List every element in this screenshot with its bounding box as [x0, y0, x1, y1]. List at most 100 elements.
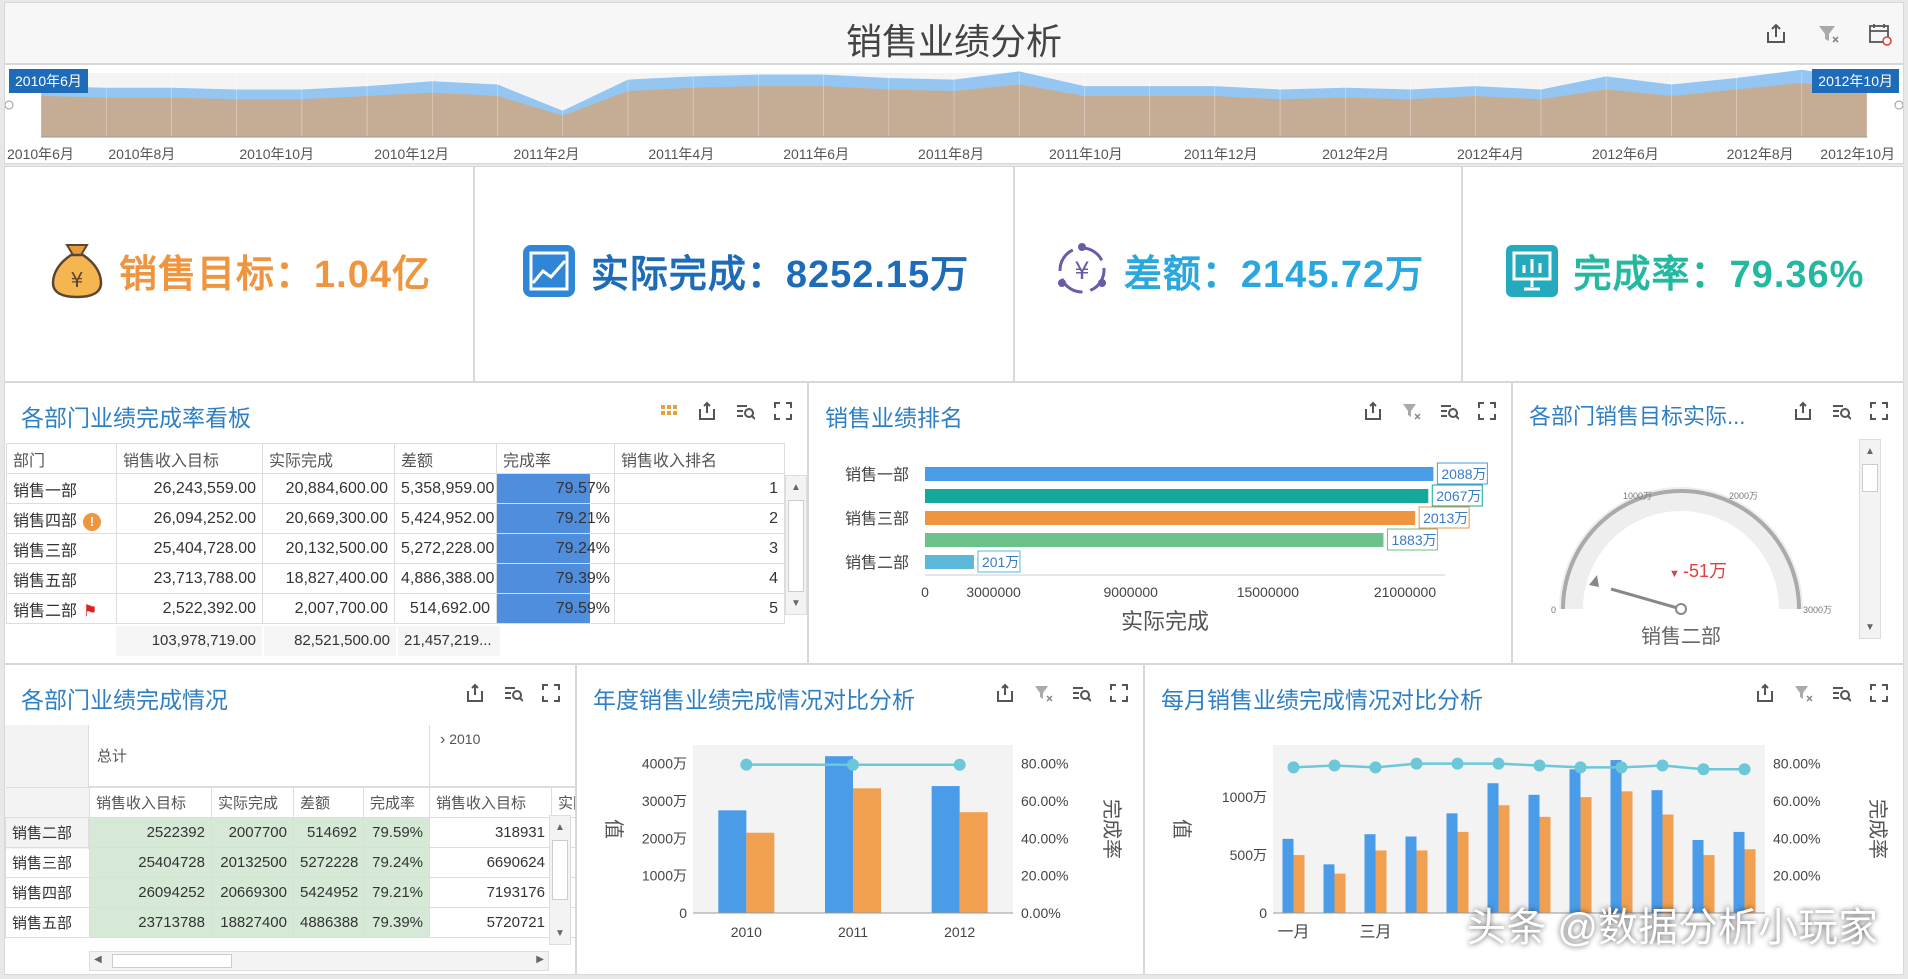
gauge-tick: 1000万: [1623, 491, 1652, 501]
scroll-left-icon[interactable]: ◀: [94, 954, 102, 965]
column-header[interactable]: 差额: [394, 443, 497, 474]
pivot-vscrollbar[interactable]: ▲ ▼: [549, 815, 571, 945]
link-analysis-icon[interactable]: [1069, 681, 1093, 705]
clear-filter-icon[interactable]: [1815, 21, 1841, 47]
link-analysis-icon[interactable]: [733, 399, 757, 423]
scroll-thumb[interactable]: [1862, 464, 1878, 492]
pivot-hscrollbar[interactable]: ◀ ▶: [89, 951, 549, 971]
yen-cycle-icon: ¥: [1057, 243, 1106, 294]
table-row[interactable]: 销售一部 26,243,559.00 20,884,600.00 5,358,959.…: [6, 473, 785, 504]
scroll-right-icon[interactable]: ▶: [536, 954, 544, 965]
column-header[interactable]: 差额: [293, 787, 364, 818]
kanban-table: 部门 销售收入目标 实际完成 差额 完成率 销售收入排名 销售一部 26,243,559.0…: [6, 443, 785, 624]
rate-cell: 79.21%: [363, 877, 430, 908]
timeline-tick-label: 2011年4月: [648, 146, 714, 162]
y2-tick-label: 40.00%: [1021, 830, 1068, 846]
kpi-text: 实际完成：8252.15万: [590, 253, 970, 296]
scroll-up-icon[interactable]: ▲: [550, 816, 570, 838]
column-header[interactable]: 实际完成: [211, 787, 294, 818]
export-icon[interactable]: [463, 681, 487, 705]
scroll-up-icon[interactable]: ▲: [1860, 440, 1880, 462]
rank-y-label: 销售三部: [845, 510, 909, 528]
export-icon[interactable]: [1753, 681, 1777, 705]
rank-x-tick: 0: [921, 584, 929, 600]
rate-point: [1328, 759, 1341, 772]
scroll-thumb[interactable]: [112, 954, 232, 968]
fullscreen-icon[interactable]: [771, 399, 795, 423]
fullscreen-icon[interactable]: [1475, 399, 1499, 423]
timeline-tick-label: 2010年10月: [239, 146, 314, 162]
column-header[interactable]: 销售收入目标: [89, 787, 212, 818]
column-header[interactable]: 销售收入排名: [614, 443, 785, 474]
scroll-down-icon[interactable]: ▼: [786, 592, 806, 614]
table-row[interactable]: 销售三部 25,404,728.00 20,132,500.00 5,272,228.…: [6, 533, 785, 564]
kpi-sales-target: ¥ 销售目标：1.04亿: [4, 166, 474, 382]
kanban-scrollbar[interactable]: ▲ ▼: [785, 475, 807, 615]
rate-cell: 79.39%: [363, 907, 430, 938]
link-analysis-icon[interactable]: [1437, 399, 1461, 423]
export-icon[interactable]: [993, 681, 1017, 705]
clear-filter-icon[interactable]: [1399, 399, 1423, 423]
dept-cell: 销售三部: [6, 533, 117, 564]
target-bar: [931, 786, 960, 913]
range-start-label[interactable]: 2010年6月: [9, 69, 88, 93]
export-icon[interactable]: [695, 399, 719, 423]
x-tick-label: 一月: [1277, 924, 1309, 941]
scroll-up-icon[interactable]: ▲: [786, 476, 806, 498]
clear-filter-icon[interactable]: [1031, 681, 1055, 705]
rank-cell: 4: [614, 563, 785, 594]
dept-cell: 销售四部: [5, 877, 90, 908]
link-analysis-icon[interactable]: [1829, 681, 1853, 705]
y-tick-label: 4000万: [642, 756, 687, 772]
annual-combo-chart: 0 1000万 2000万 3000万 4000万 0.00% 20.00% 40.00% 60…: [602, 745, 1123, 940]
column-header[interactable]: 部门: [6, 443, 117, 474]
timeline-tick-label: 2011年12月: [1184, 146, 1258, 162]
scroll-down-icon[interactable]: ▼: [1860, 616, 1880, 638]
table-row[interactable]: 销售五部 23,713,788.00 18,827,400.00 4,886,388.…: [6, 563, 785, 594]
range-end-label[interactable]: 2012年10月: [1812, 69, 1899, 93]
export-icon[interactable]: [1791, 399, 1815, 423]
rate-cell: 79.24%: [496, 533, 615, 564]
kpi-actual: 实际完成：8252.15万: [474, 166, 1014, 382]
kpi-rate: 完成率：79.36%: [1462, 166, 1904, 382]
grid-view-icon[interactable]: [657, 399, 681, 423]
export-icon[interactable]: [1763, 21, 1789, 47]
column-header[interactable]: 完成率: [496, 443, 615, 474]
total-actual: 82,521,500.00: [264, 626, 396, 656]
column-header[interactable]: 实际完成: [262, 443, 395, 474]
timeline-tick-label: 2012年10月: [1820, 146, 1895, 162]
scroll-down-icon[interactable]: ▼: [550, 922, 570, 944]
table-row[interactable]: 销售四部 26094252 20669300 5424952 79.21% 7193176: [5, 877, 575, 908]
rate-cell: 79.24%: [363, 847, 430, 878]
dept-table-panel: 各部门业绩完成情况 总计 › 2010 销售收入目标 实际完成 差额 完成率 销售收入目…: [4, 664, 576, 975]
link-analysis-icon[interactable]: [1829, 399, 1853, 423]
scroll-thumb[interactable]: [788, 500, 804, 592]
table-row[interactable]: 销售二部 ⚑ 2,522,392.00 2,007,700.00 514,692.00 7…: [6, 593, 785, 624]
calendar-icon[interactable]: [1867, 21, 1893, 47]
link-analysis-icon[interactable]: [501, 681, 525, 705]
table-row[interactable]: 销售二部 2522392 2007700 514692 79.59% 318931: [5, 817, 575, 848]
table-row[interactable]: 销售四部! 26,094,252.00 20,669,300.00 5,424,952…: [6, 503, 785, 534]
column-header[interactable]: 实际: [551, 787, 575, 818]
time-range-slider[interactable]: 2010年6月 2010年8月 2010年10月 2010年12月 2011年2月 201…: [4, 64, 1904, 164]
fullscreen-icon[interactable]: [1867, 681, 1891, 705]
scroll-thumb[interactable]: [552, 840, 568, 900]
gauge-scrollbar[interactable]: ▲ ▼: [1859, 439, 1881, 639]
rate-point: [1451, 757, 1464, 770]
timeline-tick-label: 2011年2月: [513, 146, 579, 162]
rank-bar: [925, 467, 1434, 481]
fullscreen-icon[interactable]: [1107, 681, 1131, 705]
chevron-right-icon[interactable]: ›: [440, 731, 445, 748]
fullscreen-icon[interactable]: [539, 681, 563, 705]
column-header[interactable]: 销售收入目标: [116, 443, 263, 474]
clear-filter-icon[interactable]: [1791, 681, 1815, 705]
column-header[interactable]: 销售收入目标: [429, 787, 552, 818]
fullscreen-icon[interactable]: [1867, 399, 1891, 423]
export-icon[interactable]: [1361, 399, 1385, 423]
pivot-year-header[interactable]: › 2010: [429, 725, 575, 787]
table-row[interactable]: 销售五部 23713788 18827400 4886388 79.39% 5720721: [5, 907, 575, 938]
column-header[interactable]: 完成率: [363, 787, 430, 818]
table-row[interactable]: 销售三部 25404728 20132500 5272228 79.24% 6690624: [5, 847, 575, 878]
watermark: 头条 @数据分析小玩家: [1466, 906, 1878, 950]
target-bar: [1487, 783, 1499, 913]
